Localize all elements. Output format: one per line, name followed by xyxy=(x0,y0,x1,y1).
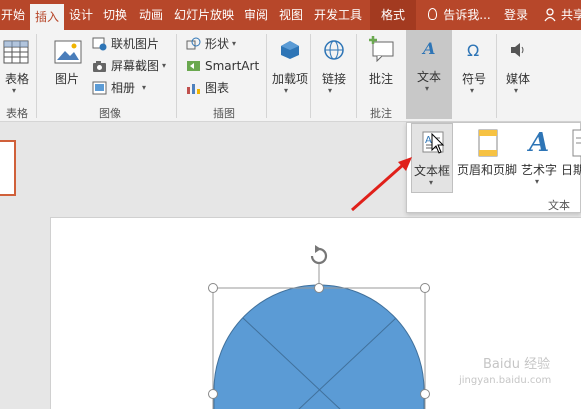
symbols-button[interactable]: Ω 符号 ▾ xyxy=(456,32,492,102)
symbols-label: 符号 xyxy=(461,72,486,86)
tab-slideshow[interactable]: 幻灯片放映 xyxy=(172,0,236,30)
table-button[interactable]: 表格 ▾ xyxy=(0,32,34,102)
chevron-down-icon: ▾ xyxy=(425,84,430,93)
group-divider xyxy=(36,34,37,118)
screenshot-label: 屏幕截图 xyxy=(111,59,160,73)
shapes-icon xyxy=(186,37,201,50)
tab-format[interactable]: 格式 xyxy=(370,0,416,30)
chevron-down-icon: ▾ xyxy=(284,86,289,95)
smartart-icon xyxy=(187,61,200,71)
login-link[interactable]: 登录 xyxy=(500,0,532,30)
chart-label: 图表 xyxy=(205,81,230,95)
share-button[interactable]: 共享 xyxy=(561,0,581,30)
picture-button[interactable]: 图片 xyxy=(48,32,86,102)
slide-thumbnail-pane xyxy=(0,122,18,409)
rotate-handle-icon[interactable] xyxy=(310,245,328,265)
comment-label: 批注 xyxy=(368,72,393,86)
media-button[interactable]: 媒体 ▾ xyxy=(500,32,536,102)
chevron-down-icon: ▾ xyxy=(232,39,237,48)
tell-me-search[interactable]: 告诉我... xyxy=(442,0,492,30)
online-pictures-label: 联机图片 xyxy=(111,37,160,51)
header-footer-icon xyxy=(478,129,498,157)
globe-link-icon xyxy=(324,40,344,60)
group-divider xyxy=(310,34,311,118)
addins-button[interactable]: 加载项 ▾ xyxy=(272,32,308,102)
group-divider xyxy=(266,34,267,118)
chevron-down-icon: ▾ xyxy=(328,86,333,95)
svg-text:A: A xyxy=(527,128,549,157)
date-time-label: 日期 xyxy=(561,163,581,177)
album-icon xyxy=(92,81,107,95)
tab-review[interactable]: 审阅 xyxy=(240,0,272,30)
text-button[interactable]: A 文本 ▾ xyxy=(406,30,452,119)
tab-developer[interactable]: 开发工具 xyxy=(310,0,366,30)
user-icon xyxy=(544,8,556,22)
group-label-tables: 表格 xyxy=(6,107,28,120)
chevron-down-icon: ▾ xyxy=(162,61,167,70)
photo-album-label: 相册 xyxy=(111,81,136,95)
tab-insert[interactable]: 插入 xyxy=(30,4,64,30)
picture-button-label: 图片 xyxy=(54,72,79,86)
ribbon: 表格 ▾ 表格 图片 联机图片 屏幕截图 ▾ 相册 ▾ 图像 形状 ▾ Smar… xyxy=(0,30,581,122)
group-divider xyxy=(176,34,177,118)
group-divider xyxy=(496,34,497,118)
tab-design[interactable]: 设计 xyxy=(66,0,96,30)
addins-icon xyxy=(281,41,299,59)
comment-icon xyxy=(369,36,394,62)
red-pointer-arrow-icon xyxy=(351,157,412,212)
ribbon-tab-bar: 开始 插入 设计 切换 动画 幻灯片放映 审阅 视图 开发工具 格式 告诉我..… xyxy=(0,0,581,30)
wordart-label: 艺术字 xyxy=(520,163,557,177)
calendar-icon xyxy=(572,129,581,157)
wordart-button[interactable]: A 艺术字 ▾ xyxy=(519,123,559,193)
speaker-icon xyxy=(511,43,524,57)
omega-icon: Ω xyxy=(467,41,479,60)
date-time-button[interactable]: 日期 xyxy=(559,123,581,193)
tab-transitions[interactable]: 切换 xyxy=(100,0,130,30)
watermark-url: jingyan.baidu.com xyxy=(459,375,552,386)
online-pictures-icon xyxy=(92,37,107,51)
wordart-icon: A xyxy=(527,128,549,157)
chevron-down-icon: ▾ xyxy=(514,86,519,95)
lightbulb-icon xyxy=(428,8,437,20)
chevron-down-icon: ▾ xyxy=(470,86,475,95)
tab-home[interactable]: 开始 xyxy=(0,0,26,30)
group-label-text: 文本 xyxy=(548,199,570,212)
links-button[interactable]: 链接 ▾ xyxy=(316,32,352,102)
addins-label: 加载项 xyxy=(272,72,309,86)
shapes-label: 形状 xyxy=(205,37,230,51)
links-label: 链接 xyxy=(321,72,346,86)
group-label-images: 图像 xyxy=(99,107,121,120)
tab-view[interactable]: 视图 xyxy=(276,0,306,30)
group-label-illustrations: 插图 xyxy=(213,107,235,120)
comment-button[interactable]: 批注 xyxy=(360,32,402,102)
slide-thumbnail[interactable] xyxy=(0,140,16,196)
table-icon xyxy=(3,40,29,64)
chart-icon xyxy=(187,84,200,94)
header-footer-label: 页眉和页脚 xyxy=(456,163,517,177)
chevron-down-icon: ▾ xyxy=(429,178,434,187)
smartart-label: SmartArt xyxy=(205,59,260,73)
group-label-comments: 批注 xyxy=(370,107,392,120)
svg-text:Ω: Ω xyxy=(467,41,479,60)
chevron-down-icon: ▾ xyxy=(535,177,540,186)
svg-text:A: A xyxy=(421,39,435,58)
watermark: Baidu 经验 jingyan.baidu.com xyxy=(455,345,575,405)
table-button-label: 表格 xyxy=(4,72,29,86)
group-divider xyxy=(356,34,357,118)
header-footer-button[interactable]: 页眉和页脚 xyxy=(455,123,519,193)
text-dropdown-panel: A 文本框 ▾ 页眉和页脚 A 艺术字 ▾ 日期 文本 xyxy=(406,122,581,213)
media-label: 媒体 xyxy=(505,72,530,86)
text-button-label: 文本 xyxy=(416,70,441,84)
watermark-title: Baidu 经验 xyxy=(483,357,551,372)
mouse-cursor-icon xyxy=(431,133,445,154)
chevron-down-icon: ▾ xyxy=(142,83,147,92)
chevron-down-icon: ▾ xyxy=(12,86,17,95)
camera-icon xyxy=(93,61,106,72)
picture-icon xyxy=(54,40,82,64)
tab-animations[interactable]: 动画 xyxy=(134,0,168,30)
text-a-icon: A xyxy=(421,39,435,58)
